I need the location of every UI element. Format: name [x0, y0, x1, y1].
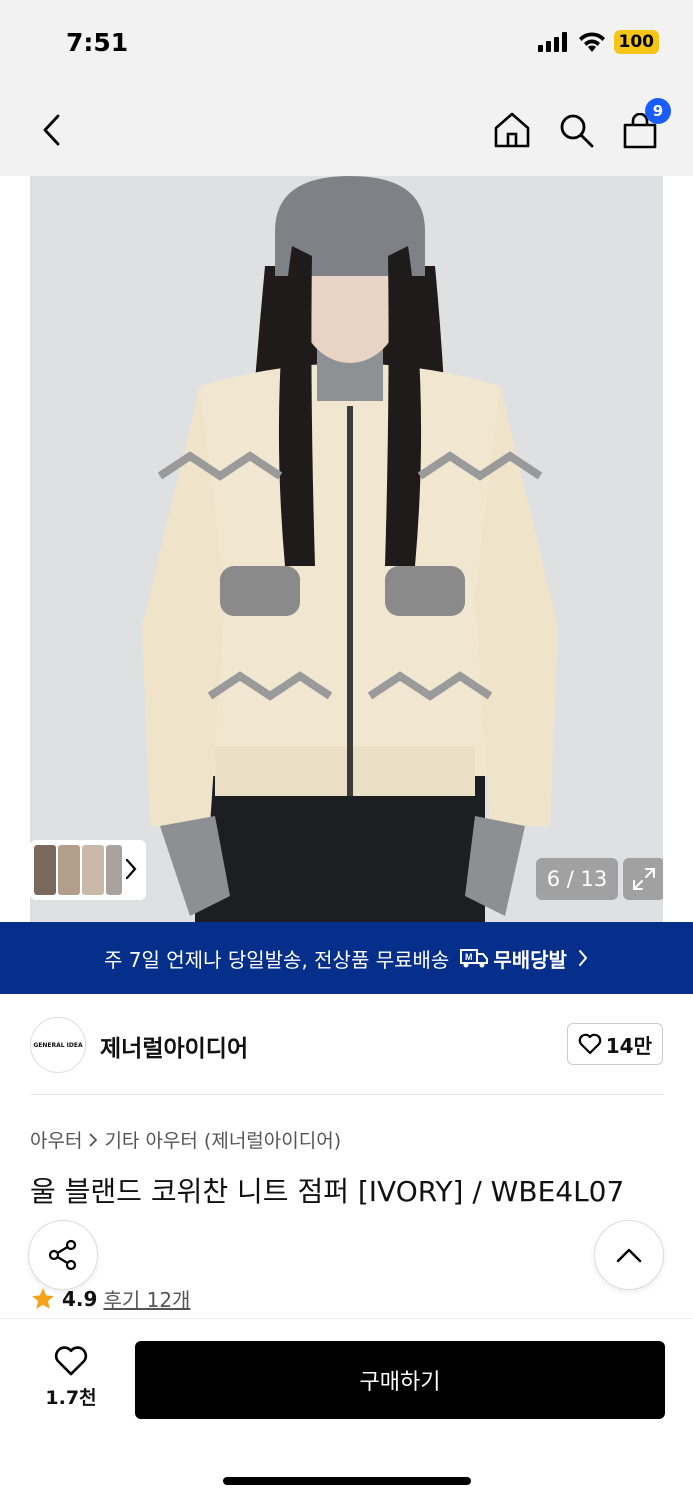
wishlist-button[interactable]: 1.7천 — [40, 1345, 102, 1410]
heart-icon — [54, 1346, 88, 1376]
delivery-text: 주 7일 언제나 당일발송, 전상품 무료배송 — [104, 947, 450, 972]
home-indicator — [223, 1477, 471, 1485]
brand-like-button[interactable]: 14만 — [566, 1023, 663, 1065]
back-chevron-icon — [43, 114, 60, 146]
thumbnail-image[interactable] — [58, 845, 80, 895]
bottom-action-bar: 1.7천 구매하기 — [0, 1318, 693, 1500]
brand-like-count: 14만 — [605, 1033, 652, 1058]
nav-bar: 9 — [0, 88, 693, 176]
back-button[interactable] — [36, 112, 66, 148]
search-icon — [560, 114, 594, 148]
cart-count-badge: 9 — [645, 98, 671, 124]
expand-icon — [633, 868, 655, 890]
breadcrumb: 아우터 기타 아우터 (제너럴아이디어) — [30, 1126, 341, 1153]
delivery-brand-label: 무배당발 — [493, 947, 567, 972]
svg-text:M: M — [465, 952, 473, 962]
share-button[interactable] — [28, 1220, 98, 1290]
expand-button[interactable] — [623, 858, 663, 900]
brand-row: GENERAL IDEA 제너럴아이디어 14만 — [30, 1015, 663, 1075]
thumbnail-image[interactable] — [34, 845, 56, 895]
thumbnail-strip[interactable] — [30, 840, 146, 900]
divider — [30, 1094, 663, 1095]
product-image-gallery[interactable]: 6 / 13 — [30, 176, 663, 922]
delivery-banner[interactable]: 주 7일 언제나 당일발송, 전상품 무료배송 M 무배당발 — [0, 922, 693, 994]
signal-icon — [537, 32, 567, 52]
battery-indicator: 100 — [613, 30, 659, 54]
share-icon — [48, 1239, 77, 1271]
rating-score: 4.9 — [62, 1286, 98, 1311]
star-icon — [32, 1287, 54, 1309]
wishlist-count: 1.7천 — [45, 1387, 97, 1409]
buy-button[interactable]: 구매하기 — [135, 1341, 665, 1419]
thumbnail-image[interactable] — [82, 845, 104, 895]
product-title: 울 블랜드 코위찬 니트 점퍼 [IVORY] / WBE4L07 — [30, 1175, 625, 1208]
heart-icon — [578, 1033, 602, 1055]
product-photo — [30, 176, 663, 922]
chevron-up-icon — [616, 1248, 642, 1263]
breadcrumb-subcategory[interactable]: 기타 아우터 (제너럴아이디어) — [104, 1126, 341, 1153]
status-time: 7:51 — [66, 28, 129, 57]
search-button[interactable] — [556, 110, 596, 150]
brand-name[interactable]: 제너럴아이디어 — [100, 1029, 248, 1063]
chevron-right-icon — [578, 950, 588, 966]
truck-icon: M — [460, 949, 489, 968]
breadcrumb-category[interactable]: 아우터 — [30, 1126, 82, 1153]
scroll-top-button[interactable] — [594, 1220, 664, 1290]
chevron-right-icon[interactable] — [124, 857, 138, 881]
home-icon — [494, 112, 530, 148]
status-bar: 7:51 100 — [0, 0, 693, 88]
review-count-link[interactable]: 후기 12개 — [103, 1284, 190, 1313]
wifi-icon — [578, 31, 605, 52]
image-counter: 6 / 13 — [536, 858, 618, 900]
home-button[interactable] — [492, 110, 532, 150]
cart-button[interactable]: 9 — [621, 98, 671, 150]
thumbnail-image[interactable] — [106, 845, 122, 895]
brand-logo[interactable]: GENERAL IDEA — [30, 1017, 86, 1073]
status-icons: 100 — [537, 30, 659, 54]
delivery-brand: M 무배당발 — [459, 944, 567, 973]
chevron-right-icon — [89, 1132, 98, 1147]
